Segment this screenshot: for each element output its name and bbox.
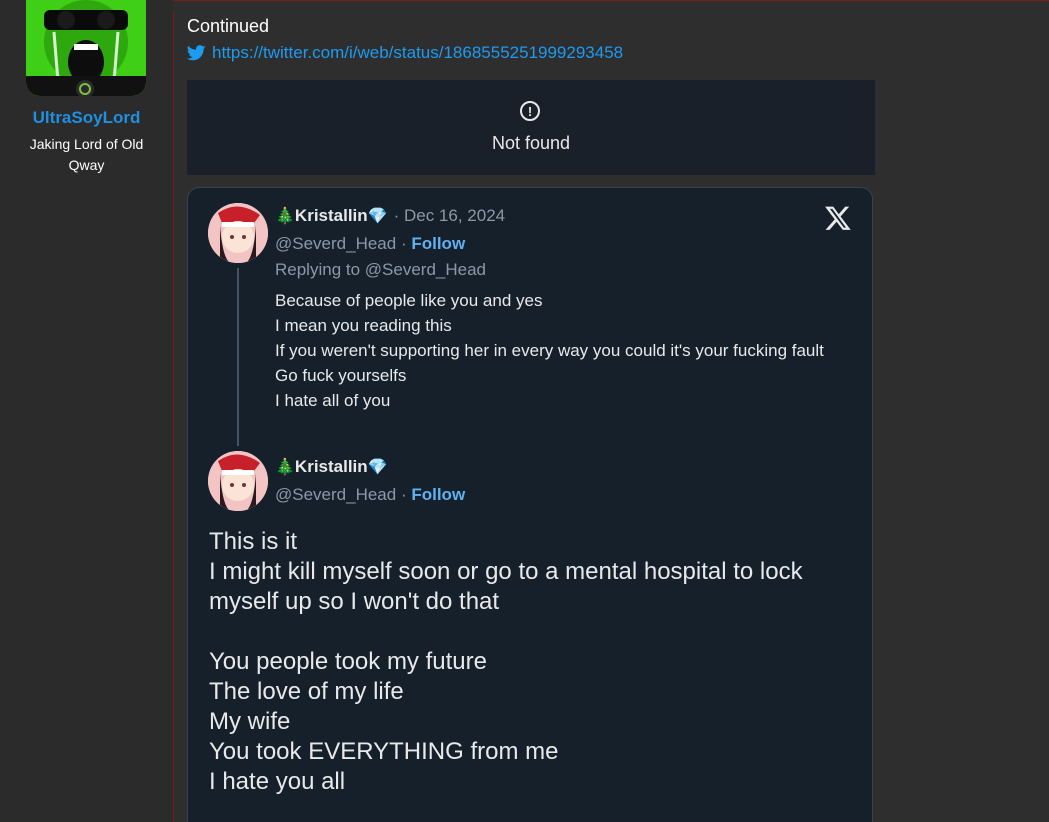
twitter-bird-icon: [187, 45, 206, 61]
tweet-link[interactable]: https://twitter.com/i/web/status/1868555…: [187, 43, 623, 63]
christmas-tree-emoji: 🎄: [275, 208, 295, 225]
tweet-date[interactable]: · Dec 16, 2024: [394, 206, 506, 226]
christmas-tree-emoji: 🎄: [275, 459, 295, 476]
tweet-line: I hate all of you: [275, 391, 391, 410]
tweet-line: I hate you all: [209, 768, 346, 795]
online-status-icon: [76, 80, 94, 98]
forum-page: UltraSoyLord Jaking Lord of Old Qway Con…: [0, 0, 1049, 822]
tweet-author-avatar[interactable]: [208, 203, 268, 263]
not-found-text: Not found: [491, 133, 571, 153]
tweet-embed[interactable]: 🎄 Kristallin 💎 · Dec 16, 2024 @Severd_He…: [187, 187, 873, 822]
handle-text: @Severd_Head ·: [275, 234, 407, 253]
handle-text: @Severd_Head ·: [275, 485, 407, 504]
x-logo-icon[interactable]: [824, 204, 852, 232]
tweet-line: The love of my life: [209, 678, 404, 705]
follow-button[interactable]: Follow: [411, 234, 465, 253]
tweet-line: You took EVERYTHING from me: [209, 738, 559, 765]
tweet-line: I might kill myself soon or go to a ment…: [209, 558, 803, 615]
tweet-line: This is it: [209, 528, 298, 555]
tweet-not-found-card: ! Not found: [187, 80, 875, 175]
user-sidebar: UltraSoyLord Jaking Lord of Old Qway: [0, 0, 173, 822]
tweet-line: I mean you reading this: [275, 316, 452, 335]
user-title: Jaking Lord of Old Qway: [29, 136, 144, 173]
tweet-author-name[interactable]: 🎄 Kristallin 💎: [275, 457, 388, 477]
tweet-line: My wife: [209, 708, 291, 735]
tweet-line: If you weren't supporting her in every w…: [275, 341, 824, 360]
thread-connector: [237, 268, 239, 446]
avatar-image: [208, 203, 268, 263]
tweet-line: You people took my future: [209, 648, 487, 675]
tweet-author-handle: @Severd_Head · Follow: [275, 234, 465, 254]
author-display-name: Kristallin: [294, 457, 368, 476]
gem-emoji: 💎: [367, 208, 388, 225]
gem-emoji: 💎: [367, 459, 388, 476]
tweet-author-name[interactable]: 🎄 Kristallin 💎 · Dec 16, 2024: [275, 206, 505, 226]
replying-to-text[interactable]: Replying to @Severd_Head: [275, 260, 486, 280]
tweet-body: This is it I might kill myself soon or g…: [209, 527, 859, 797]
username[interactable]: UltraSoyLord: [0, 108, 173, 128]
tweet-line: [209, 617, 859, 647]
tweet-author-avatar[interactable]: [208, 451, 268, 511]
post-border: [173, 12, 174, 822]
alert-circle-icon: !: [520, 101, 540, 121]
tweet-line: Because of people like you and yes: [275, 291, 543, 310]
tweet-line: Go fuck yourselfs: [275, 366, 407, 385]
tweet-link-url: https://twitter.com/i/web/status/1868555…: [212, 43, 624, 62]
post-border: [173, 0, 1049, 1]
follow-button[interactable]: Follow: [411, 485, 465, 504]
post-intro-text: Continued: [187, 16, 270, 36]
avatar-image: [208, 451, 268, 511]
author-display-name: Kristallin: [294, 206, 368, 225]
tweet-author-handle: @Severd_Head · Follow: [275, 485, 465, 505]
tweet-body: Because of people like you and yes I mea…: [275, 288, 855, 413]
